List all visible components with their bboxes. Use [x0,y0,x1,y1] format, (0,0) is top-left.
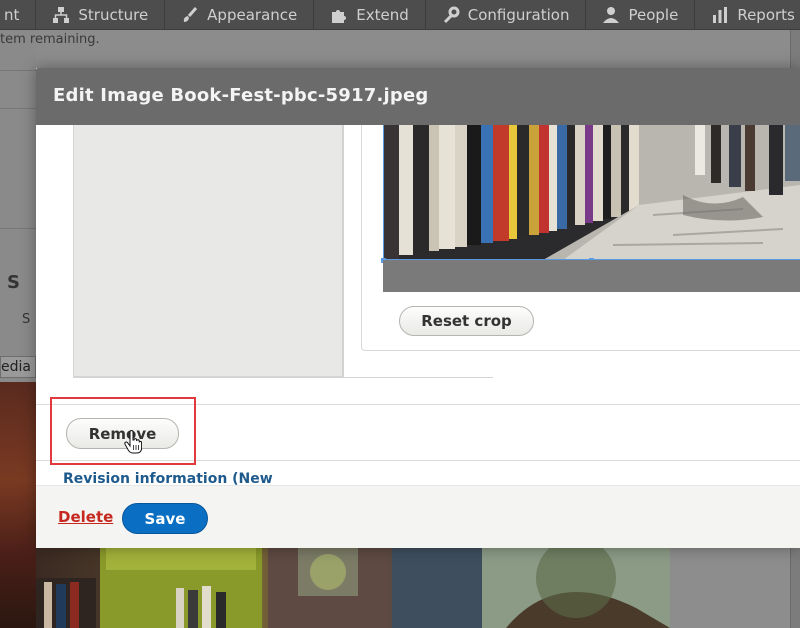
background-photo-left [0,382,36,628]
revision-information-toggle[interactable]: Revision information (New [63,471,273,485]
crop-outside-area [383,260,800,292]
person-icon [602,6,620,24]
toolbar-item-appearance[interactable]: Appearance [165,0,315,30]
remove-section: Remove [36,397,800,465]
wrench-icon [442,6,460,24]
bookshelf-photo [383,125,800,260]
dialog-header: Edit Image Book-Fest-pbc-5917.jpeg [36,68,800,125]
book-festival-photo [36,548,670,628]
toolbar-item-configuration[interactable]: Configuration [426,0,587,30]
background-editor-strike-button: S [7,272,20,293]
background-divider [0,108,36,109]
image-preview-panel [73,125,344,377]
toolbar-item-structure[interactable]: Structure [36,0,166,30]
panel-divider [342,125,343,377]
background-status-text: tem remaining. [0,32,100,47]
edit-image-dialog: Edit Image Book-Fest-pbc-5917.jpeg Reset… [36,68,800,548]
delete-link[interactable]: Delete [58,508,113,526]
toolbar-item-label: People [628,5,679,24]
toolbar-item-label: Appearance [207,5,298,24]
paintbrush-icon [181,6,199,24]
toolbar-item-label: nt [4,5,20,24]
dialog-body: Reset crop Remove Revision information (… [36,125,800,485]
toolbar-item-reports[interactable]: Reports [695,0,800,30]
save-button[interactable]: Save [122,503,208,534]
panel-bottom-line [73,377,493,378]
background-photo-bottom [36,548,670,628]
remove-button[interactable]: Remove [66,418,179,449]
toolbar-item-content[interactable]: nt [0,0,37,30]
puzzle-icon [330,6,348,24]
toolbar-item-extend[interactable]: Extend [314,0,426,30]
background-divider [0,228,36,229]
background-right-area [670,548,800,628]
reset-crop-button[interactable]: Reset crop [399,306,534,336]
toolbar-item-label: Reports [737,5,795,24]
toolbar-item-label: Extend [356,5,409,24]
dialog-title: Edit Image Book-Fest-pbc-5917.jpeg [53,85,429,106]
admin-toolbar: nt Structure Appearance Extend Configura… [0,0,800,30]
background-divider [0,70,36,71]
dialog-footer: Delete Save [36,485,800,548]
toolbar-item-label: Configuration [467,5,570,24]
background-editor-text: S [22,312,31,327]
chart-icon [711,6,729,24]
background-media-tab: edia [0,356,36,378]
toolbar-item-label: Structure [78,5,149,24]
crop-image[interactable] [383,125,800,260]
structure-icon [52,6,70,24]
toolbar-item-people[interactable]: People [586,0,696,30]
